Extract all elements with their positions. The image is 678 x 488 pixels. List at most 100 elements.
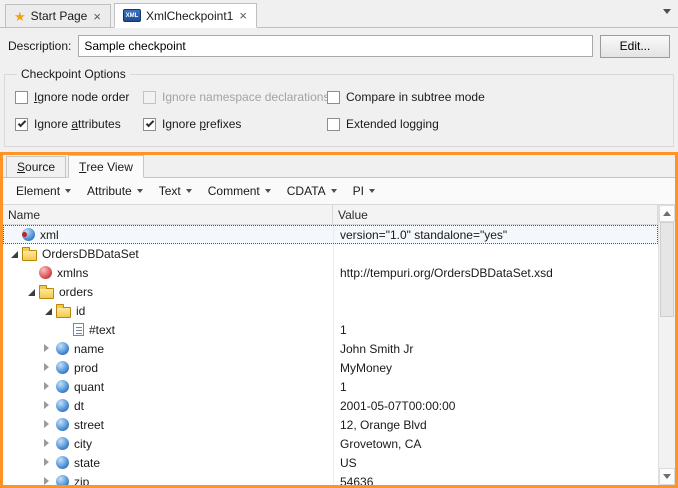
scroll-up-button[interactable]: [659, 205, 675, 222]
tree-node-value: John Smith Jr: [333, 339, 658, 358]
tree-row-name-cell: street: [3, 418, 333, 432]
tree-node-name: state: [74, 456, 100, 470]
folder-icon: [39, 288, 54, 299]
close-icon[interactable]: ×: [92, 10, 102, 23]
tree-row-name[interactable]: name John Smith Jr: [3, 339, 658, 358]
expander-collapsed-icon[interactable]: [41, 361, 54, 374]
xml-checkpoint-editor: ★Start Page×XMLXmlCheckpoint1× Descripti…: [0, 0, 678, 488]
element-node-icon: [56, 456, 69, 469]
document-tabs: ★Start Page×XMLXmlCheckpoint1×: [5, 3, 260, 27]
scroll-down-button[interactable]: [659, 468, 675, 485]
expander-collapsed-icon[interactable]: [41, 437, 54, 450]
toolbar-text-button[interactable]: Text: [152, 181, 199, 201]
chevron-down-icon[interactable]: [663, 9, 671, 14]
tree-row-text[interactable]: #text1: [3, 320, 658, 339]
attribute-node-icon: [39, 266, 52, 279]
tree-row-ordersdbdataset[interactable]: OrdersDBDataSet: [3, 244, 658, 263]
tree-node-value: http://tempuri.org/OrdersDBDataSet.xsd: [333, 263, 658, 282]
expander-collapsed-icon[interactable]: [41, 418, 54, 431]
dropdown-caret-icon: [186, 189, 192, 193]
element-node-icon: [56, 342, 69, 355]
column-header-name[interactable]: Name: [3, 205, 333, 224]
element-node-icon: [56, 361, 69, 374]
view-tab-strip: SourceTree View: [3, 155, 675, 178]
checkbox-box: [327, 118, 340, 131]
tree-node-name: orders: [59, 285, 93, 299]
expander-expanded-icon[interactable]: [24, 285, 37, 298]
checkbox-box: [143, 118, 156, 131]
expander-collapsed-icon[interactable]: [41, 342, 54, 355]
edit-button[interactable]: Edit...: [600, 35, 670, 58]
tree-row-name-cell: city: [3, 437, 333, 451]
tree-row-name-cell: xmlns: [3, 266, 333, 280]
expander-expanded-icon[interactable]: [7, 247, 20, 260]
document-tab-bar: ★Start Page×XMLXmlCheckpoint1×: [0, 0, 678, 28]
tree-node-name: xml: [40, 228, 59, 242]
tree-row-quant[interactable]: quant1: [3, 377, 658, 396]
element-node-icon: [56, 418, 69, 431]
grid-header: Name Value: [3, 205, 675, 225]
checkbox-box: [143, 91, 156, 104]
check-mark-icon: [18, 118, 26, 126]
tree-row-city[interactable]: cityGrovetown, CA: [3, 434, 658, 453]
toolbar-cdata-button[interactable]: CDATA: [280, 181, 344, 201]
toolbar-pi-button[interactable]: PI: [346, 181, 382, 201]
node-toolbar: ElementAttribute Text CommentCDATAPI: [3, 178, 675, 205]
expander-collapsed-icon[interactable]: [41, 399, 54, 412]
tree-node-value: [333, 282, 658, 301]
expander-collapsed-icon[interactable]: [41, 380, 54, 393]
tree-node-name: OrdersDBDataSet: [42, 247, 139, 261]
tree-row-state[interactable]: state US: [3, 453, 658, 472]
tree-node-name: prod: [74, 361, 98, 375]
tab-start-page[interactable]: ★ Start Page ×: [5, 4, 111, 27]
toolbar-attribute-button[interactable]: Attribute: [80, 181, 150, 201]
description-input[interactable]: [78, 35, 593, 57]
checkbox-ignore-attributes[interactable]: Ignore attributes: [15, 117, 143, 131]
checkbox-label: Compare in subtree mode: [346, 90, 485, 104]
dropdown-caret-icon: [65, 189, 71, 193]
checkbox-ignore-prefixes[interactable]: Ignore prefixes: [143, 117, 327, 131]
tab-tree-view[interactable]: Tree View: [68, 155, 144, 178]
tree-node-value: Grovetown, CA: [333, 434, 658, 453]
tree-row-street[interactable]: street12, Orange Blvd: [3, 415, 658, 434]
close-icon[interactable]: ×: [238, 9, 248, 22]
tree-row-dt[interactable]: dt2001-05-07T00:00:00: [3, 396, 658, 415]
vertical-scrollbar[interactable]: [658, 205, 675, 485]
expander-expanded-icon[interactable]: [41, 304, 54, 317]
tree-row-xmlns[interactable]: xmlnshttp://tempuri.org/OrdersDBDataSet.…: [3, 263, 658, 282]
arrow-up-icon: [663, 211, 671, 216]
expander-collapsed-icon[interactable]: [41, 475, 54, 485]
tree-row-name-cell: orders: [3, 285, 333, 299]
tree-node-value: 54636: [333, 472, 658, 485]
toolbar-button-label: Text: [159, 184, 181, 198]
checkbox-ignore-node-order[interactable]: Ignore node order: [15, 90, 143, 104]
dropdown-caret-icon: [331, 189, 337, 193]
tree-row-name-cell: id: [3, 304, 333, 318]
tab-source[interactable]: Source: [6, 156, 66, 177]
tree-row-prod[interactable]: prodMyMoney: [3, 358, 658, 377]
tree-row-zip[interactable]: zip 54636: [3, 472, 658, 485]
column-header-value[interactable]: Value: [333, 205, 658, 224]
checkbox-extended-logging[interactable]: Extended logging: [327, 117, 663, 131]
tree-node-value: [333, 244, 658, 263]
checkpoint-options-group: Checkpoint Options Ignore node orderIgno…: [4, 67, 674, 147]
tree-node-value: 1: [333, 320, 658, 339]
tree-node-value: 2001-05-07T00:00:00: [333, 396, 658, 415]
tab-label: Start Page: [31, 9, 88, 23]
scrollbar-thumb[interactable]: [660, 222, 674, 317]
tree-row-name-cell: xml: [3, 228, 333, 242]
expander-collapsed-icon[interactable]: [41, 456, 54, 469]
tree-node-name: zip: [74, 475, 89, 486]
tree-row-id[interactable]: id: [3, 301, 658, 320]
toolbar-comment-button[interactable]: Comment: [201, 181, 278, 201]
tab-xmlcheckpoint1[interactable]: XMLXmlCheckpoint1×: [114, 3, 257, 28]
checkbox-compare-in-subtree-mode[interactable]: Compare in subtree mode: [327, 90, 663, 104]
tree-node-value: US: [333, 453, 658, 472]
tree-row-xml[interactable]: xmlversion="1.0" standalone="yes": [3, 225, 658, 244]
toolbar-element-button[interactable]: Element: [9, 181, 78, 201]
star-icon: ★: [14, 10, 26, 23]
checkpoint-data-panel: SourceTree View ElementAttribute Text Comm…: [0, 152, 678, 488]
checkbox-ignore-namespace-declarations: Ignore namespace declarations: [143, 90, 327, 104]
tree-node-name: name: [74, 342, 104, 356]
tree-row-orders[interactable]: orders: [3, 282, 658, 301]
